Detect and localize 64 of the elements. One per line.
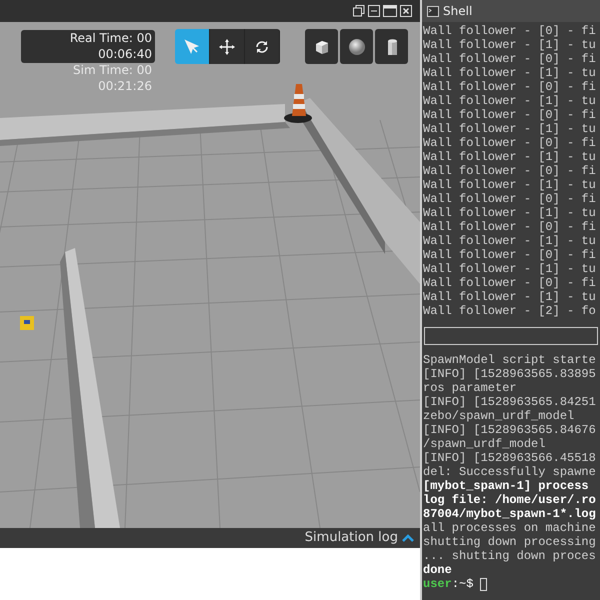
terminal-line: Wall follower - [1] - tu — [423, 38, 597, 52]
terminal-line: Wall follower - [1] - tu — [423, 290, 597, 304]
real-time-value: 00:06:40 — [98, 46, 152, 62]
shell-title: Shell — [443, 3, 472, 20]
input-field[interactable] — [424, 327, 598, 345]
terminal-line: [mybot_spawn-1] process — [423, 479, 590, 493]
terminal-line: all processes on machine — [423, 521, 597, 535]
insert-shape-button[interactable] — [375, 29, 408, 64]
terminal-line: shutting down processing — [423, 535, 597, 549]
terminal-line: del: Successfully spawne — [423, 465, 597, 479]
move-arrows-icon — [218, 38, 236, 56]
terminal-line: Wall follower - [1] - tu — [423, 178, 597, 192]
terminal-line: [INFO] [1528963565.84251 — [423, 395, 597, 409]
sim-time-label: Sim Time: 00 — [73, 62, 152, 78]
terminal-line: Wall follower - [0] - fi — [423, 220, 597, 234]
sim-time-value: 00:21:26 — [98, 78, 152, 94]
terminal-line: /spawn_urdf_model — [423, 437, 546, 451]
tool-button[interactable] — [175, 29, 210, 64]
terminal-line: Wall follower - [0] - fi — [423, 80, 597, 94]
terminal-line: Wall follower - [1] - tu — [423, 66, 597, 80]
terminal-line: Wall follower - [0] - fi — [423, 276, 597, 290]
chevron-up-icon[interactable] — [402, 534, 414, 542]
terminal-line: log file: /home/user/.ro — [423, 493, 597, 507]
arrow-pointer-icon — [183, 38, 201, 56]
maximize-icon[interactable] — [383, 5, 397, 17]
terminal-line: Wall follower - [1] - tu — [423, 150, 597, 164]
terminal-line: Wall follower - [1] - tu — [423, 206, 597, 220]
text-cursor — [480, 578, 488, 590]
terminal-line: SpawnModel script starte — [423, 353, 597, 367]
terminal-line: Wall follower - [0] - fi — [423, 52, 597, 66]
terminal-line: [INFO] [1528963565.84676 — [423, 423, 597, 437]
real-time-label: Real Time: 00 — [70, 30, 152, 46]
terminal-line: zebo/spawn_urdf_model — [423, 409, 576, 423]
terminal-line: [INFO] [1528963566.45518 — [423, 451, 597, 465]
robot-drawing — [20, 316, 34, 330]
terminal-line: Wall follower - [1] - tu — [423, 234, 597, 248]
terminal-line: [INFO] [1528963565.83895 — [423, 367, 597, 381]
insert-shape-button[interactable] — [305, 29, 338, 64]
terminal-line: Wall follower - [0] - fi — [423, 192, 597, 206]
terminal-line: Wall follower - [1] - tu — [423, 94, 597, 108]
restore-icon[interactable] — [353, 5, 365, 17]
tool-button[interactable] — [210, 29, 245, 64]
terminal-line: Wall follower - [0] - fi — [423, 136, 597, 150]
traffic-cone-drawing — [284, 84, 312, 123]
tool-button[interactable] — [245, 29, 280, 64]
terminal-line: Wall follower - [0] - fi — [423, 164, 597, 178]
terminal-line: 87004/mybot_spawn-1*.log — [423, 507, 597, 521]
minimize-icon[interactable] — [368, 5, 380, 17]
terminal-line: done — [423, 563, 453, 577]
terminal-line: Wall follower - [1] - tu — [423, 262, 597, 276]
terminal-line: Wall follower - [0] - fi — [423, 248, 597, 262]
terminal-line: Wall follower - [0] - fi — [423, 24, 597, 38]
terminal-line: Wall follower - [1] - tu — [423, 122, 597, 136]
prompt-path: :~$ — [452, 577, 474, 591]
terminal-line: Wall follower - [0] - fi — [423, 108, 597, 122]
terminal-line: Wall follower - [2] - fo — [423, 304, 597, 318]
insert-shape-button[interactable] — [340, 29, 373, 64]
prompt-user: user — [423, 577, 452, 591]
terminal-line: ros parameter — [423, 381, 518, 395]
simulation-log-label[interactable]: Simulation log — [304, 528, 398, 548]
terminal-line: ... shutting down proces — [423, 549, 597, 563]
sphere-icon — [346, 36, 366, 56]
terminal-icon — [427, 6, 439, 16]
close-icon[interactable] — [400, 5, 412, 17]
